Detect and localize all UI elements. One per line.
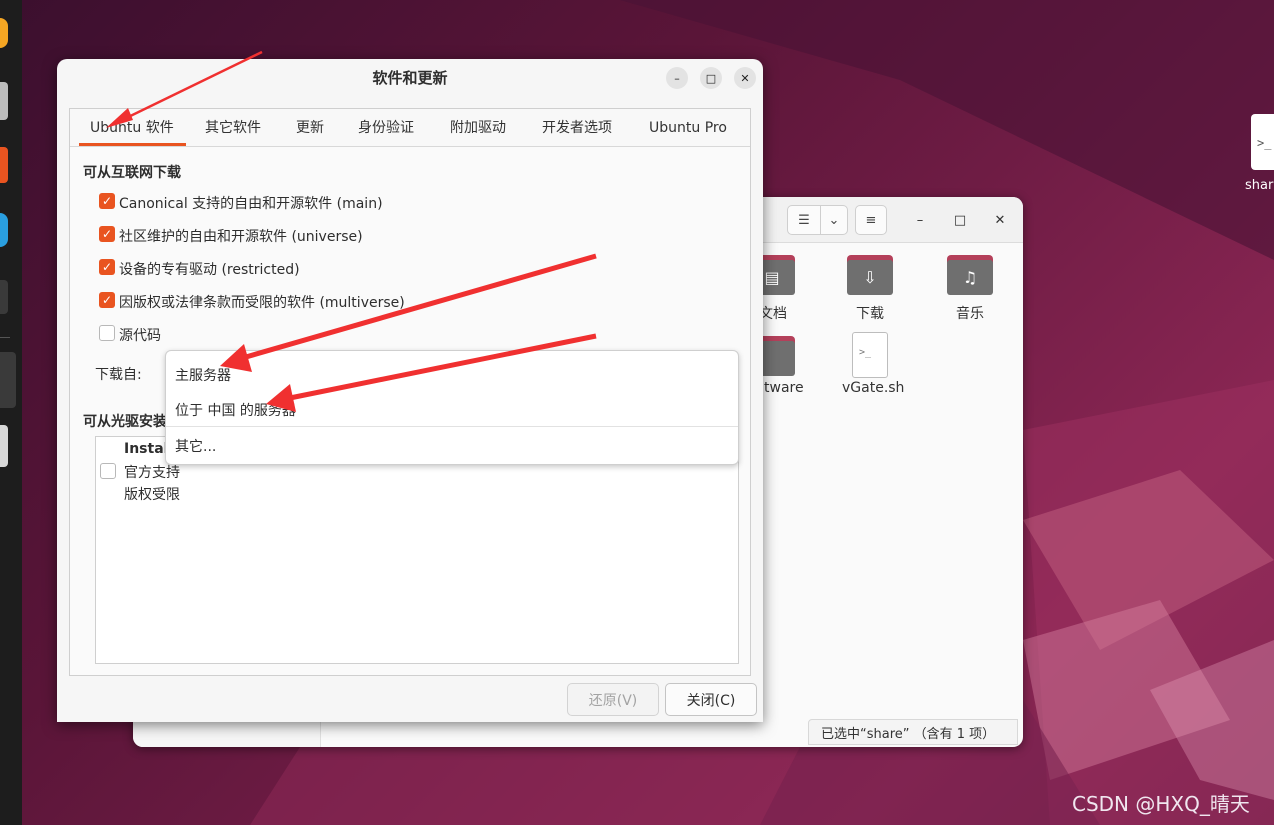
selection-status: 已选中“share” （含有 1 项） [808, 719, 1018, 745]
checkbox-cdrom[interactable] [100, 463, 116, 479]
folder-downloads-label: 下载 [856, 306, 884, 322]
shell-script-file-icon[interactable]: >_ [852, 332, 888, 378]
internet-section-title: 可从互联网下载 [83, 165, 181, 181]
dock [0, 0, 22, 825]
close-icon[interactable]: ✕ [734, 67, 756, 89]
dock-separator [0, 337, 10, 338]
download-from-label: 下载自: [95, 367, 142, 383]
file-vgate-label: vGate.sh [842, 380, 905, 396]
folder-downloads[interactable]: ⇩ [847, 255, 893, 295]
cdrom-line2: 官方支持 [124, 465, 180, 481]
files-dock-icon[interactable] [0, 82, 8, 120]
watermark: CSDN @HXQ_晴天 [1072, 792, 1250, 816]
revert-button[interactable]: 还原(V) [567, 683, 659, 716]
checkbox-main[interactable]: ✓ [99, 193, 115, 209]
option-china-server[interactable]: 位于 中国 的服务器 [175, 400, 296, 420]
music-note-icon: ♫ [947, 260, 993, 295]
tab-other-software[interactable]: 其它软件 [205, 109, 261, 147]
updater-dock-icon[interactable] [0, 425, 8, 467]
menu-button[interactable]: ≡ [855, 205, 887, 235]
server-dropdown-popover: 主服务器 位于 中国 的服务器 其它... [165, 350, 739, 465]
tab-authentication[interactable]: 身份验证 [358, 109, 414, 147]
option-other-server[interactable]: 其它... [175, 436, 216, 456]
folder-documents-label: 文档 [759, 306, 787, 322]
download-icon: ⇩ [847, 260, 893, 295]
cdrom-line3: 版权受限 [124, 487, 180, 503]
tab-ubuntu-pro[interactable]: Ubuntu Pro [649, 109, 727, 147]
fm-minimize-icon[interactable]: – [909, 209, 931, 231]
desktop-terminal-file-icon[interactable]: >_ [1251, 114, 1274, 170]
maximize-icon[interactable]: □ [700, 67, 722, 89]
firefox-icon[interactable] [0, 18, 8, 48]
checkbox-source-code[interactable] [99, 325, 115, 341]
fm-close-icon[interactable]: ✕ [989, 209, 1011, 231]
checkbox-universe[interactable]: ✓ [99, 226, 115, 242]
folder-music[interactable]: ♫ [947, 255, 993, 295]
folder-software-label: tware [764, 380, 804, 396]
option-main-server[interactable]: 主服务器 [175, 365, 231, 385]
tab-bar: Ubuntu 软件 其它软件 更新 身份验证 附加驱动 开发者选项 Ubuntu… [70, 109, 750, 147]
close-button[interactable]: 关闭(C) [665, 683, 757, 716]
source-universe-label: 社区维护的自由和开源软件 (universe) [119, 229, 363, 245]
tab-updates[interactable]: 更新 [296, 109, 324, 147]
terminal-dock-icon[interactable] [0, 280, 8, 314]
view-options-button[interactable]: ⌄ [820, 205, 848, 235]
desktop-icon-label: shar [1245, 178, 1274, 193]
checkbox-restricted[interactable]: ✓ [99, 259, 115, 275]
cdrom-section-title: 可从光驱安装 [83, 414, 167, 430]
active-tab-indicator [79, 143, 186, 146]
minimize-icon[interactable]: – [666, 67, 688, 89]
list-view-button[interactable]: ☰ [787, 205, 821, 235]
folder-music-label: 音乐 [956, 306, 984, 322]
tab-ubuntu-software[interactable]: Ubuntu 软件 [90, 109, 174, 147]
dialog-title: 软件和更新 [372, 69, 448, 87]
fm-maximize-icon[interactable]: □ [949, 209, 971, 231]
settings-dock-icon[interactable] [0, 352, 16, 408]
tab-developer-options[interactable]: 开发者选项 [542, 109, 612, 147]
source-restricted-label: 设备的专有驱动 (restricted) [119, 262, 300, 278]
software-dock-icon[interactable] [0, 147, 8, 183]
help-dock-icon[interactable] [0, 213, 8, 247]
cdrom-list: Install 官方支持 版权受限 [95, 436, 739, 664]
checkbox-multiverse[interactable]: ✓ [99, 292, 115, 308]
source-multiverse-label: 因版权或法律条款而受限的软件 (multiverse) [119, 295, 405, 311]
tab-additional-drivers[interactable]: 附加驱动 [450, 109, 506, 147]
source-code-label: 源代码 [119, 328, 161, 344]
source-main-label: Canonical 支持的自由和开源软件 (main) [119, 196, 383, 212]
popover-separator [166, 426, 738, 427]
